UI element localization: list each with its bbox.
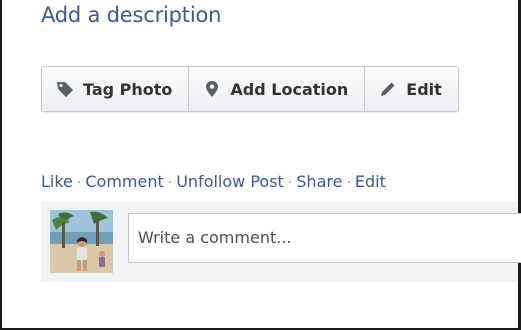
comment-link[interactable]: Comment [85, 172, 163, 191]
edit-photo-label: Edit [406, 79, 442, 99]
photo-action-bar: Tag Photo Add Location Edit [41, 66, 459, 112]
add-location-button[interactable]: Add Location [189, 67, 366, 111]
avatar[interactable] [50, 210, 113, 273]
separator: · [167, 175, 173, 191]
edit-post-link[interactable]: Edit [355, 172, 386, 191]
panel-border-left [0, 0, 2, 330]
unfollow-post-link[interactable]: Unfollow Post [176, 172, 284, 191]
tag-photo-label: Tag Photo [83, 79, 173, 99]
add-description-link[interactable]: Add a description [41, 3, 221, 27]
comment-input[interactable]: Write a comment... [128, 213, 521, 263]
share-link[interactable]: Share [296, 172, 342, 191]
tag-photo-button[interactable]: Tag Photo [42, 67, 190, 111]
separator: · [76, 175, 82, 191]
map-marker-icon [203, 80, 221, 98]
edit-photo-button[interactable]: Edit [365, 67, 458, 111]
separator: · [346, 175, 351, 191]
comment-composer: Write a comment... [41, 202, 521, 282]
post-actions: Like · Comment · Unfollow Post · Share · Edit [41, 172, 386, 191]
post-panel: Add a description Tag Photo Add Location [0, 0, 521, 330]
like-link[interactable]: Like [41, 172, 73, 191]
pencil-icon [379, 80, 397, 98]
tag-icon [56, 80, 74, 98]
separator: · [287, 175, 293, 191]
add-location-label: Add Location [230, 79, 349, 99]
